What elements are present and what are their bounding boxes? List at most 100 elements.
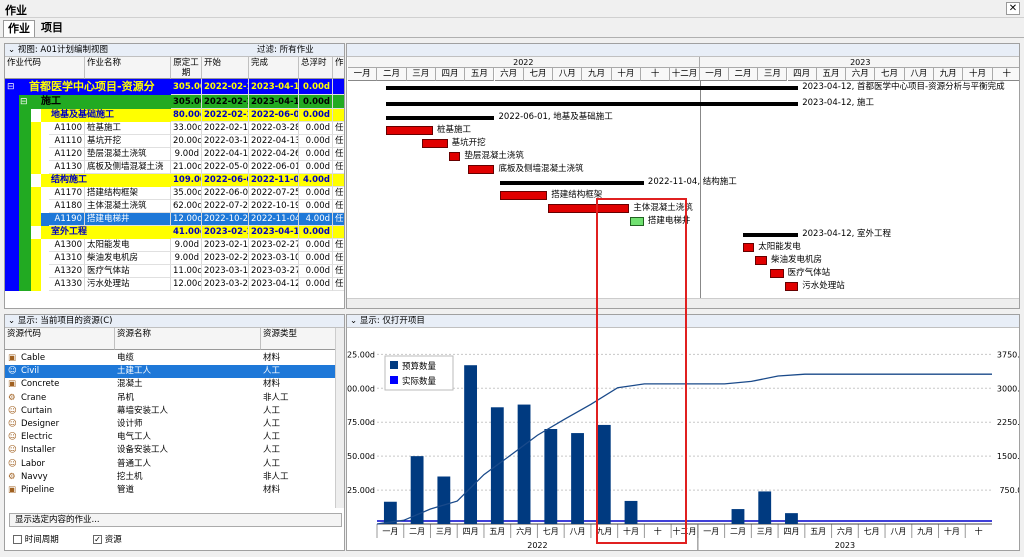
activity-row[interactable]: A1110 基坑开挖 20.00d 2022-03-17 2022-04-13 0.00d… (5, 135, 344, 148)
float-value: 0.00d (299, 200, 333, 213)
resource-row[interactable]: ☺ Labor 普通工人 人工 (5, 458, 335, 471)
collapse-icon[interactable]: ⊟ (32, 174, 40, 187)
chevron-down-icon[interactable]: ⌄ (8, 316, 18, 326)
resource-row[interactable]: ☺ Civil 土建工人 人工 (5, 365, 335, 379)
duration-value: 33.00d (171, 122, 202, 135)
activity-bar[interactable] (468, 165, 495, 174)
budget-quantity-bar (383, 501, 397, 524)
activity-bar[interactable] (500, 191, 548, 200)
wbs-row[interactable]: ⊟ 结构施工 109.00d2022-06-072022-11-044.00d (5, 174, 344, 187)
start-date: 2023-02-28 (202, 252, 249, 265)
finish-date: 2022-06-01 (249, 161, 299, 174)
resource-row[interactable]: ⚙ Crane 吊机 非人工 (5, 392, 335, 405)
gantt-bar-label: 基坑开挖 (451, 138, 486, 148)
gantt-month-label: 一月 (348, 68, 378, 81)
float-value: 0.00d (299, 109, 333, 122)
activity-bar[interactable] (386, 126, 433, 135)
col-finish[interactable]: 完成 (249, 57, 299, 79)
resource-row[interactable]: ▣ Cable 电缆 材料 (5, 352, 335, 365)
col-resource-name[interactable]: 资源名称 (115, 328, 261, 350)
activity-bar[interactable] (784, 282, 799, 291)
level-stripe (19, 135, 31, 148)
level-stripe (19, 200, 31, 213)
resource-row[interactable]: ☺ Electric 电气工人 人工 (5, 431, 335, 444)
wbs-row[interactable]: ⊟ 施工 305.00d2022-02-102023-04-120.00d (5, 95, 344, 109)
wbs-row[interactable]: ⊟ 室外工程 41.00d2023-02-152023-04-120.00d (5, 226, 344, 239)
summary-bar[interactable] (742, 233, 799, 237)
resource-row[interactable]: ☺ Installer 设备安装工人 人工 (5, 444, 335, 457)
labor-resource-icon: ☺ (8, 366, 17, 377)
activity-bar[interactable] (769, 269, 784, 278)
activity-row[interactable]: A1100 桩基施工 33.00d 2022-02-10 2022-03-28 0.00d… (5, 122, 344, 135)
x-month-label: 六月 (516, 526, 532, 536)
col-total-float[interactable]: 总浮时 (299, 57, 333, 79)
activity-row[interactable]: A1310 柴油发电机房 9.00d 2023-02-28 2023-03-10 0.00… (5, 252, 344, 265)
tab-activities[interactable]: 作业 (3, 20, 35, 37)
resource-row[interactable]: ▣ Concrete 混凝土 材料 (5, 378, 335, 391)
time-period-option[interactable]: 时间周期 (13, 533, 59, 545)
resource-option[interactable]: ✓ 资源 (93, 533, 122, 545)
col-start[interactable]: 开始 (202, 57, 249, 79)
chevron-down-icon[interactable]: ⌄ (8, 45, 18, 55)
col-duration[interactable]: 原定工期 (171, 57, 202, 79)
resource-row[interactable]: ⚙ Navvy 挖土机 非人工 (5, 471, 335, 484)
resource-scrollbar[interactable] (335, 328, 344, 508)
close-icon[interactable]: ✕ (1006, 2, 1020, 15)
gantt-chart[interactable]: 2023-04-12, 首都医学中心项目-资源分析与平衡完成 2023-04-12… (347, 81, 1019, 299)
summary-bar[interactable] (500, 181, 644, 185)
summary-bar[interactable] (386, 102, 799, 106)
y-left-tick-label: 250.00d (347, 452, 375, 461)
collapse-icon[interactable]: ⊟ (20, 95, 28, 109)
collapse-icon[interactable]: ⊟ (32, 109, 40, 122)
time-period-checkbox[interactable] (13, 535, 22, 544)
gantt-month-label: 七月 (523, 68, 554, 81)
resource-checkbox[interactable]: ✓ (93, 535, 102, 544)
float-value: 4.00d (299, 174, 333, 187)
col-resource-id[interactable]: 资源代码 (5, 328, 115, 350)
wbs-row[interactable]: ⊟ 首都医学中心项目-资源分 305.00d2022-02-102023-04-12… (5, 79, 344, 95)
col-resource-type[interactable]: 资源类型 (261, 328, 336, 350)
activity-row[interactable]: A1330 污水处理站 12.00d 2023-03-28 2023-04-12 0.00… (5, 278, 344, 291)
col-type[interactable]: 作 (333, 57, 344, 79)
activity-bar[interactable] (742, 243, 755, 252)
float-value: 0.00d (299, 161, 333, 174)
budget-quantity-bar (597, 424, 611, 524)
type-value (333, 79, 344, 95)
resource-row[interactable]: ☺ Curtain 幕墙安装工人 人工 (5, 405, 335, 418)
view-header: ⌄ 视图: A01计划编制视图 过滤: 所有作业 (5, 44, 344, 57)
resource-name: 设备安装工人 (117, 445, 169, 456)
level-stripe (31, 252, 41, 265)
activity-id: A1170 (49, 187, 85, 200)
activity-row[interactable]: A1300 太阳能发电 9.00d 2023-02-15 2023-02-27 0.00d… (5, 239, 344, 252)
activity-row[interactable]: A1320 医疗气体站 11.00d 2023-03-13 2023-03-27 0.00… (5, 265, 344, 278)
activity-row[interactable]: A1180 主体混凝土浇筑 62.00d 2022-07-26 2022-10-19 0.… (5, 200, 344, 213)
type-value: 任: (333, 265, 344, 278)
col-activity-name[interactable]: 作业名称 (85, 57, 171, 79)
tab-projects[interactable]: 项目 (37, 20, 67, 37)
show-selected-activities-button[interactable]: 显示选定内容的作业... (9, 513, 342, 527)
type-value (333, 109, 344, 122)
activity-row[interactable]: A1190 搭建电梯井 12.00d 2022-10-20 2022-11-04 4.00… (5, 213, 344, 226)
summary-bar[interactable] (386, 86, 799, 90)
resource-row[interactable]: ▣ Pipeline 管道 材料 (5, 484, 335, 497)
chevron-down-icon[interactable]: ⌄ (350, 316, 360, 326)
activity-row[interactable]: A1170 搭建结构框架 35.00d 2022-06-07 2022-07-25 0.0… (5, 187, 344, 200)
col-activity-id[interactable]: 作业代码 (5, 57, 85, 79)
gantt-scrollbar[interactable] (347, 298, 1019, 308)
resource-row[interactable]: ☺ Designer 设计师 人工 (5, 418, 335, 431)
start-date: 2022-02-10 (202, 79, 249, 95)
collapse-icon[interactable]: ⊟ (32, 226, 40, 239)
activity-bar-selected[interactable] (630, 217, 644, 226)
level-stripe (5, 95, 19, 109)
activity-bar[interactable] (448, 152, 461, 161)
activity-row[interactable]: A1130 底板及侧墙混凝土浇 21.00d 2022-05-04 2022-06-01… (5, 161, 344, 174)
collapse-icon[interactable]: ⊟ (7, 79, 15, 95)
y-left-tick-label: 500.00d (347, 384, 375, 393)
activity-row[interactable]: A1120 垫层混凝土浇筑 9.00d 2022-04-14 2022-04-26 0.0… (5, 148, 344, 161)
summary-bar[interactable] (386, 116, 495, 120)
activity-bar[interactable] (422, 139, 448, 148)
float-value: 0.00d (299, 79, 333, 95)
activity-bar[interactable] (755, 256, 767, 265)
activity-bar[interactable] (548, 204, 630, 213)
wbs-row[interactable]: ⊟ 地基及基础施工 80.00d2022-02-102022-06-010.00d (5, 109, 344, 122)
